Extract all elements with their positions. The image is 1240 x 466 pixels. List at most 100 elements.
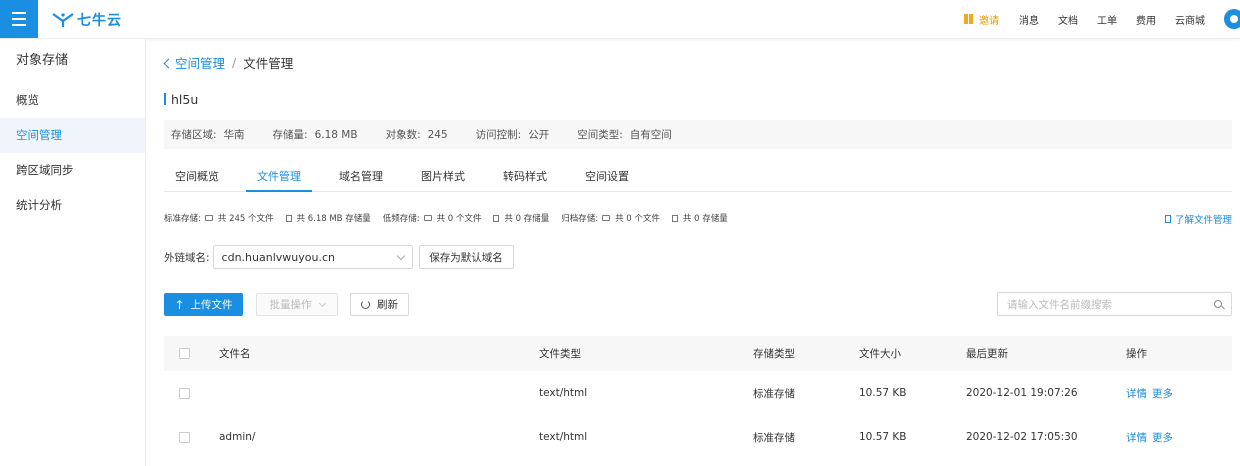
more-link[interactable]: 更多 [1152,388,1173,400]
refresh-button[interactable]: 刷新 [350,293,409,316]
chevron-left-icon [163,58,174,68]
stat-standard: 标准存储: 共 245 个文件 共 6.18 MB 存储量 [164,212,371,224]
top-bar: 七牛云 邀请 消息 文档 工单 费用 云商城 [0,0,1240,39]
breadcrumb: 空间管理 / 文件管理 [163,53,293,72]
nav-marketplace[interactable]: 云商城 [1175,12,1205,27]
details-link[interactable]: 详情 [1126,388,1147,400]
sidebar-item-analytics[interactable]: 统计分析 [0,188,145,223]
stat-standard-files: 共 245 个文件 [217,214,274,224]
stat-standard-size: 共 6.18 MB 存储量 [296,214,371,224]
sidebar-item-overview[interactable]: 概览 [0,83,145,118]
search-input[interactable]: 请输入文件名前缀搜索 [997,292,1232,316]
bucket-info-bar: 存储区域: 华南 存储量: 6.18 MB 对象数: 245 访问控制: 公开 空间类型… [164,120,1232,149]
sidebar: 对象存储 概览 空间管理 跨区域同步 统计分析 [0,39,146,466]
row-checkbox[interactable] [179,387,190,399]
file-storage: 标准存储 [753,431,795,444]
tab-files[interactable]: 文件管理 [246,161,312,192]
save-default-domain-button[interactable]: 保存为默认域名 [418,245,514,269]
info-type-value: 自有空间 [629,129,672,141]
info-access-key: 访问控制: [475,129,522,141]
domain-row: 外链域名: cdn.huanlvwuyou.cn 保存为默认域名 [164,245,514,269]
logo[interactable]: 七牛云 [52,10,122,30]
search-placeholder: 请输入文件名前缀搜索 [1007,298,1112,311]
breadcrumb-back-link[interactable]: 空间管理 [163,53,226,72]
breadcrumb-back-label: 空间管理 [175,56,226,71]
document-icon [1164,215,1171,223]
bucket-name: hl5u [171,91,199,107]
table-header: 文件名 文件类型 存储类型 文件大小 最后更新 操作 [164,336,1232,371]
chevron-down-icon [318,299,326,307]
select-all-checkbox[interactable] [179,348,190,359]
top-nav: 邀请 消息 文档 工单 费用 云商城 [964,0,1240,38]
help-file-management-link[interactable]: 了解文件管理 [1164,212,1232,226]
nav-docs[interactable]: 文档 [1058,12,1078,27]
tab-domains[interactable]: 域名管理 [328,161,394,192]
sidebar-title: 对象存储 [16,53,69,68]
file-size: 10.57 KB [859,431,907,443]
row-checkbox[interactable] [179,431,190,443]
details-link[interactable]: 详情 [1126,432,1147,444]
stat-archive-files: 共 0 个文件 [615,214,660,224]
col-name[interactable]: 文件名 [219,346,539,361]
domain-select-value: cdn.huanlvwuyou.cn [221,250,335,264]
more-link[interactable]: 更多 [1152,432,1173,444]
file-name[interactable]: admin/ [219,431,539,443]
tab-image-styles[interactable]: 图片样式 [410,161,476,192]
upload-button[interactable]: ↑ 上传文件 [164,293,243,316]
file-table: 文件名 文件类型 存储类型 文件大小 最后更新 操作 text/html 标准存… [164,336,1232,459]
batch-actions-button[interactable]: 批量操作 [256,293,338,316]
invite-label: 邀请 [979,15,999,27]
tab-overview[interactable]: 空间概览 [164,161,230,192]
col-actions: 操作 [1126,348,1147,360]
storage-icon [493,214,500,222]
tab-bar: 空间概览 文件管理 域名管理 图片样式 转码样式 空间设置 [164,161,1232,192]
search-icon[interactable] [1214,300,1222,308]
avatar[interactable] [1224,9,1240,29]
col-updated: 最后更新 [966,348,1008,360]
table-row: admin/ text/html 标准存储 10.57 KB 2020-12-0… [164,415,1232,459]
qiniu-logo-icon [52,13,74,27]
info-objects: 对象数: 245 [386,127,448,142]
row-actions: 详情 更多 [1126,386,1206,401]
nav-billing[interactable]: 费用 [1136,12,1156,27]
info-region: 存储区域: 华南 [171,127,245,142]
help-link-label: 了解文件管理 [1174,215,1232,226]
info-objects-value: 245 [427,129,448,141]
main-content: 空间管理 / 文件管理 hl5u 存储区域: 华南 存储量: 6.18 MB 对象数… [146,39,1240,466]
invite-link[interactable]: 邀请 [964,12,999,27]
stat-archive-size: 共 0 存储量 [682,214,728,224]
bucket-title: hl5u [164,91,199,107]
info-storage-key: 存储量: [272,129,308,141]
arrow-up-icon: ↑ [174,297,185,312]
tab-transcode-styles[interactable]: 转码样式 [492,161,558,192]
logo-text: 七牛云 [77,13,122,29]
info-type: 空间类型: 自有空间 [577,127,672,142]
info-storage: 存储量: 6.18 MB [273,127,358,142]
storage-icon [671,214,678,222]
row-checkbox-cell [164,431,219,443]
chevron-down-icon [396,251,405,260]
title-accent-bar [164,93,166,105]
nav-tickets[interactable]: 工单 [1097,12,1117,27]
menu-icon[interactable] [0,0,38,38]
gift-icon [964,14,973,24]
info-region-key: 存储区域: [171,129,217,141]
info-access: 访问控制: 公开 [476,127,550,142]
sidebar-item-cross-region-sync[interactable]: 跨区域同步 [0,153,145,188]
folder-icon [423,215,432,221]
sidebar-item-buckets[interactable]: 空间管理 [0,118,145,153]
stat-archive-label: 归档存储: [561,214,599,224]
col-size: 文件大小 [859,348,901,360]
batch-label: 批量操作 [269,299,312,311]
upload-label: 上传文件 [190,299,233,311]
nav-messages[interactable]: 消息 [1019,12,1039,27]
stat-infrequent-size: 共 0 存储量 [504,214,550,224]
domain-select[interactable]: cdn.huanlvwuyou.cn [212,245,413,269]
select-all-cell [164,348,219,359]
info-region-value: 华南 [223,129,245,141]
file-updated: 2020-12-01 19:07:26 [966,387,1078,399]
table-row: text/html 标准存储 10.57 KB 2020-12-01 19:07… [164,371,1232,415]
stat-infrequent: 低频存储: 共 0 个文件 共 0 存储量 [383,212,550,224]
domain-label: 外链域名: [164,251,210,264]
tab-settings[interactable]: 空间设置 [574,161,640,192]
